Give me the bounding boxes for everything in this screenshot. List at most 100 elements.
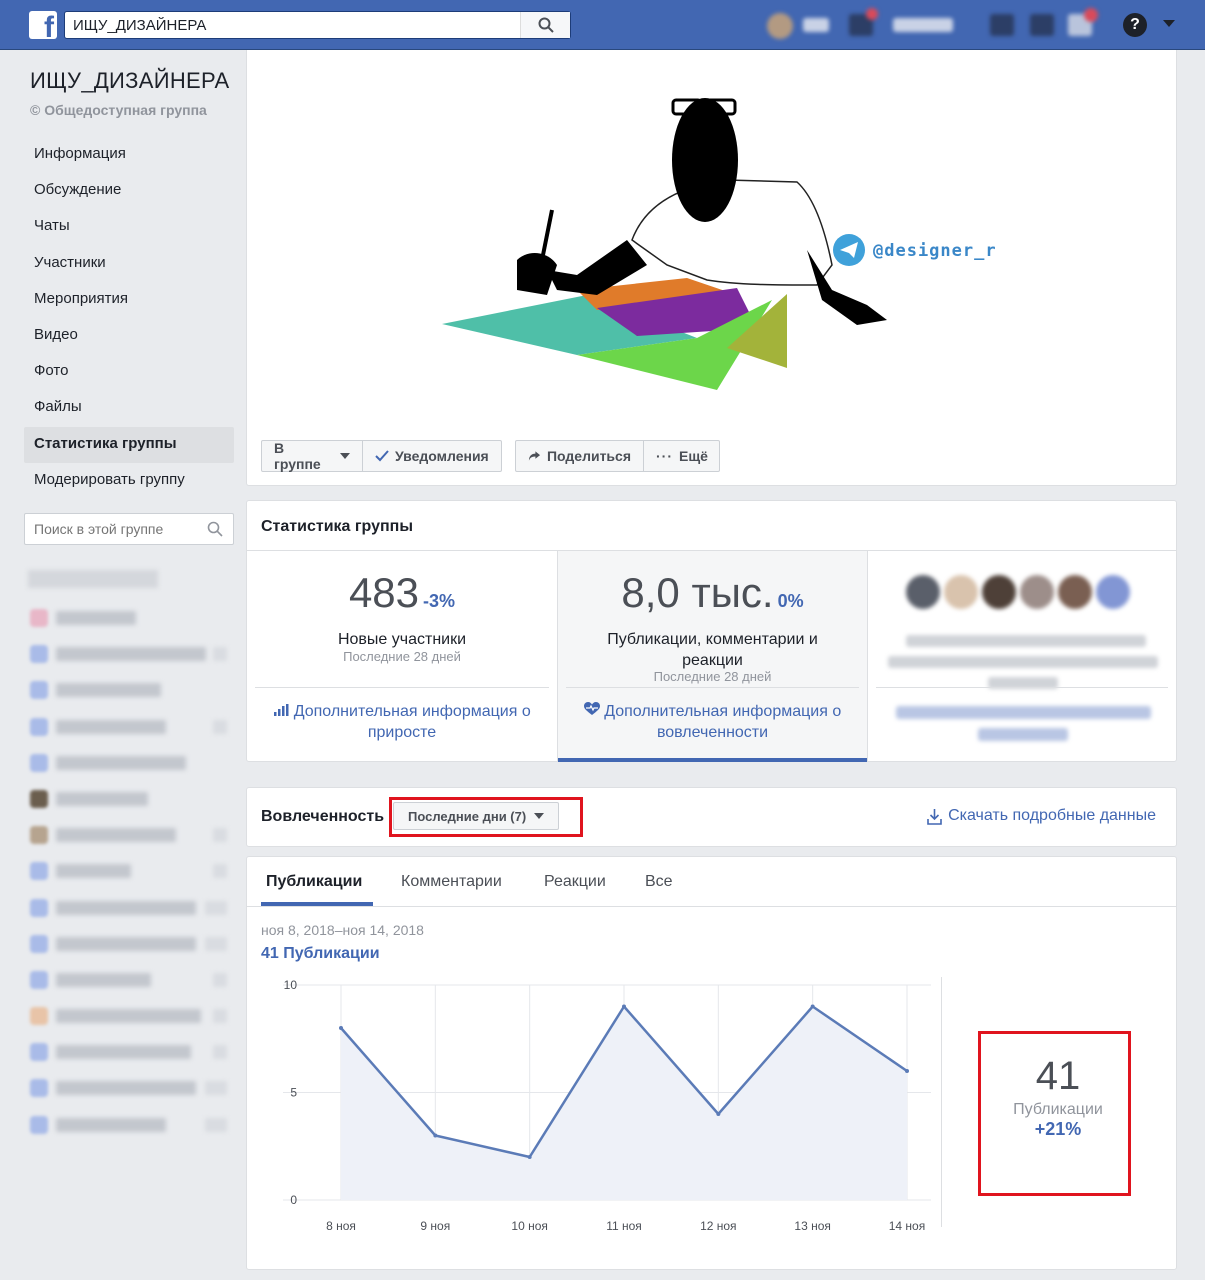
group-search-input[interactable] [25,514,200,544]
joined-button[interactable]: В группе [261,440,363,472]
download-data-label: Скачать подробные данные [948,807,1156,824]
tab-comments[interactable]: Комментарии [401,873,502,891]
facebook-logo-icon[interactable]: f [29,11,57,39]
x-tick-label: 12 ноя [700,1219,736,1233]
globe-icon: © [30,102,45,118]
friend-requests-icon[interactable] [990,14,1014,36]
highlight-box [389,797,583,837]
list-item[interactable] [28,745,233,781]
sidebar-item-events[interactable]: Мероприятия [24,282,234,318]
list-item[interactable] [28,1107,233,1143]
active-tab-indicator [261,902,373,906]
notifications-badge [1084,8,1098,22]
contributor-avatars [906,575,1146,611]
sidebar-item-info[interactable]: Информация [24,137,234,173]
download-icon [927,808,942,825]
tab-all[interactable]: Все [645,873,673,891]
share-arrow-icon [528,451,541,461]
engagement-details-link[interactable]: Дополнительная информация о вовлеченност… [558,701,867,743]
more-button[interactable]: ··· Ещё [643,440,720,472]
sidebar-item-chats[interactable]: Чаты [24,209,234,245]
home-link[interactable] [893,18,953,32]
global-search-input[interactable] [65,12,525,38]
group-title[interactable]: ИЩУ_ДИЗАЙНЕРА [30,68,229,94]
stat-engagement[interactable]: 8,0 тыс. 0% Публикации, комментарии и реа… [558,551,867,762]
telegram-handle: @designer_ru [873,241,997,261]
list-item[interactable] [28,600,233,636]
list-item[interactable] [28,890,233,926]
sidebar-item-discussion[interactable]: Обсуждение [24,173,234,209]
growth-details-link[interactable]: Дополнительная информация о приросте [247,701,557,743]
tab-reactions[interactable]: Реакции [544,873,606,891]
sidebar-item-group-insights[interactable]: Статистика группы [24,426,234,463]
global-search-box [64,11,571,39]
search-icon [538,17,554,33]
search-button[interactable] [520,12,570,38]
notifications-button[interactable]: Уведомления [362,440,502,472]
sidebar-item-moderate[interactable]: Модерировать группу [24,463,234,499]
avatar[interactable] [1096,575,1130,609]
bar-chart-icon [274,704,289,716]
avatar[interactable] [1020,575,1054,609]
list-item[interactable] [28,781,233,817]
list-item[interactable] [28,1034,233,1070]
home-badge [866,8,878,20]
growth-details-label: Дополнительная информация о приросте [293,703,531,741]
divider [941,977,942,1227]
y-tick-label: 5 [290,1086,297,1100]
profile-name[interactable] [803,18,829,32]
account-menu-chevron-down-icon[interactable] [1163,20,1175,27]
search-icon[interactable] [207,521,223,537]
stat-new-members[interactable]: 483 -3% Новые участники Последние 28 дней… [247,551,557,762]
chevron-down-icon [340,453,350,459]
list-item[interactable] [28,709,233,745]
tab-posts[interactable]: Публикации [266,873,362,891]
group-shortcuts-list [28,570,233,1143]
help-icon[interactable]: ? [1123,13,1147,37]
list-item[interactable] [28,853,233,889]
contributors-link[interactable] [896,706,1151,719]
sidebar-item-files[interactable]: Файлы [24,390,234,426]
list-item[interactable] [28,962,233,998]
sidebar-item-videos[interactable]: Видео [24,318,234,354]
messages-icon[interactable] [1030,14,1054,36]
x-tick-label: 13 ноя [794,1219,830,1233]
engagement-details-label: Дополнительная информация о вовлеченност… [604,703,842,741]
download-data-link[interactable]: Скачать подробные данные [927,807,1156,825]
chart-date-range: ноя 8, 2018–ноя 14, 2018 [261,922,424,938]
profile-avatar[interactable] [767,13,793,39]
contributors-text [906,635,1146,647]
share-button[interactable]: Поделиться [515,440,644,472]
list-item[interactable] [28,998,233,1034]
list-item[interactable] [28,1070,233,1106]
data-point [339,1026,343,1030]
x-tick-label: 14 ноя [889,1219,925,1233]
data-point [433,1133,438,1138]
avatar[interactable] [1058,575,1092,609]
avatar[interactable] [982,575,1016,609]
list-item[interactable] [28,672,233,708]
data-point [622,1004,626,1009]
list-item[interactable] [28,926,233,962]
x-tick-label: 8 ноя [326,1219,356,1233]
x-tick-label: 9 ноя [420,1219,450,1233]
list-item[interactable] [28,636,233,672]
avatar[interactable] [944,575,978,609]
avatar[interactable] [906,575,940,609]
contributors-link[interactable] [978,728,1068,741]
list-item[interactable] [28,817,233,853]
share-button-label: Поделиться [546,448,631,464]
stat-top-contributors[interactable] [868,551,1176,762]
engagement-label: Публикации, комментарии и реакции [607,631,818,669]
group-search-box [24,513,234,545]
sidebar-item-photos[interactable]: Фото [24,354,234,390]
sidebar-item-members[interactable]: Участники [24,246,234,282]
engagement-change: 0% [777,591,804,611]
x-tick-label: 11 ноя [606,1219,642,1233]
engagement-count: 8,0 тыс. [621,569,774,616]
members-change: -3% [423,591,456,611]
posts-line-chart: 0 5 10 8 ноя 9 ноя 10 ноя 11 ноя 12 ноя 13 ноя 14… [283,978,931,1233]
engagement-chart-card: Публикации Комментарии Реакции Все ноя 8… [246,856,1177,1270]
cover-illustration: @designer_ru [442,98,997,390]
y-tick-label: 0 [290,1193,297,1207]
